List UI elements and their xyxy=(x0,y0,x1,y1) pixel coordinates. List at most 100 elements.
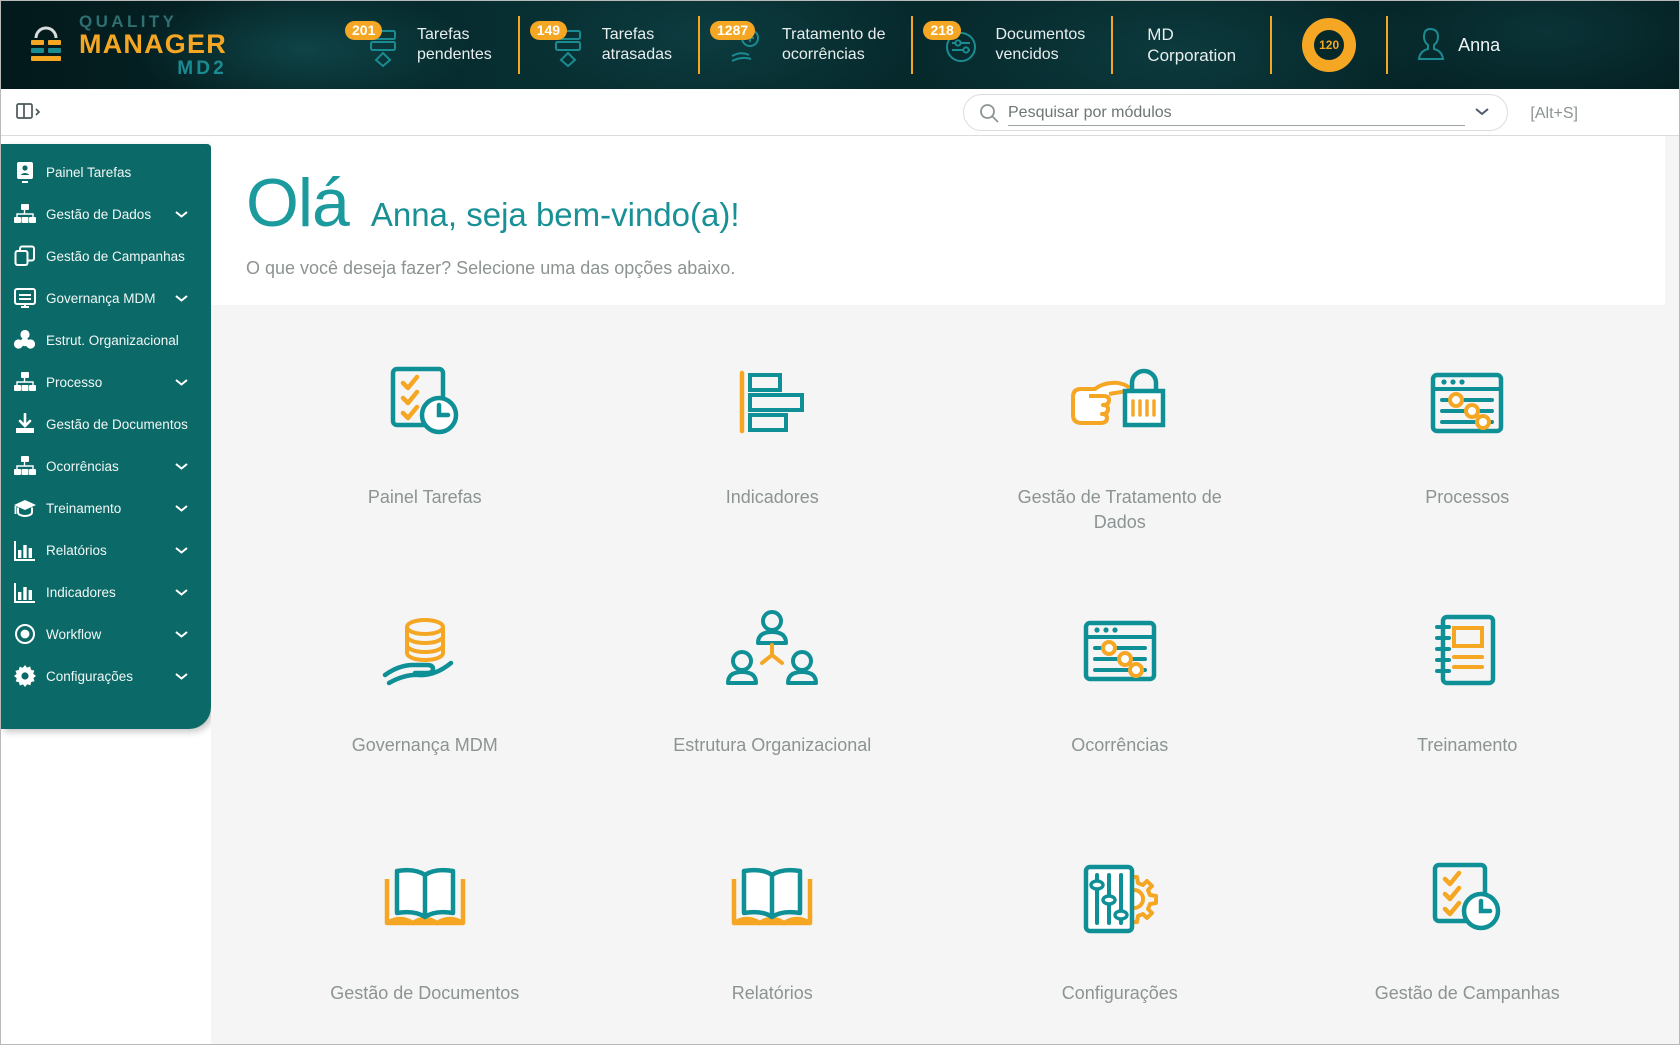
module-search-box[interactable] xyxy=(963,94,1508,131)
tile-gestao-tratamento-dados[interactable]: Gestão de Tratamento de Dados xyxy=(946,339,1294,577)
tile-treinamento[interactable]: Treinamento xyxy=(1294,587,1642,825)
tile-ocorrencias[interactable]: Ocorrências xyxy=(946,587,1294,825)
search-shortcut-hint: [Alt+S] xyxy=(1530,105,1578,122)
tile-painel-tarefas[interactable]: Painel Tarefas xyxy=(251,339,599,577)
sidebar-item-label: Processo xyxy=(46,374,103,390)
chevron-down-icon[interactable] xyxy=(1473,104,1491,122)
chevron-down-icon[interactable] xyxy=(174,585,189,600)
kpi-label-line1: Documentos xyxy=(995,26,1086,43)
window-sliders-icon xyxy=(1421,357,1513,449)
sidebar-item-painel-tarefas[interactable]: Painel Tarefas xyxy=(1,151,211,193)
brand-logo[interactable]: QUALITY MANAGER MD2 xyxy=(23,13,293,78)
sidebar-item-label: Gestão de Documentos xyxy=(46,416,188,432)
tile-relatorios[interactable]: Relatórios xyxy=(599,835,947,1044)
tile-gestao-de-campanhas[interactable]: Gestão de Campanhas xyxy=(1294,835,1642,1044)
tile-label: Treinamento xyxy=(1417,735,1518,755)
donut-ring-icon: 120 xyxy=(1302,18,1357,72)
sidebar-item-treinamento[interactable]: Treinamento xyxy=(1,487,211,529)
gear-icon xyxy=(11,663,38,689)
window-sliders-icon xyxy=(1074,605,1166,697)
chevron-down-icon[interactable] xyxy=(174,207,189,222)
tile-estrutura-organizacional[interactable]: Estrutura Organizacional xyxy=(599,587,947,825)
kpi-tarefas-pendentes[interactable]: 201 Tarefas pendentes xyxy=(335,16,520,74)
kpi-label: Tratamento de ocorrências xyxy=(782,25,885,65)
kpi-badge-count: 218 xyxy=(923,21,961,40)
tile-label: Governança MDM xyxy=(351,735,498,755)
kpi-documentos-vencidos[interactable]: 218 Documentos vencidos xyxy=(913,16,1111,74)
kpi-tratamento-ocorrencias[interactable]: 1287 Tratamento de ocorrências xyxy=(700,16,914,74)
user-menu[interactable]: Anna xyxy=(1388,25,1500,66)
chevron-down-icon[interactable] xyxy=(174,291,189,306)
sidebar-item-indicadores[interactable]: Indicadores xyxy=(1,571,211,613)
kpi-label-line1: Tarefas xyxy=(417,26,470,43)
sidebar-collapse-icon[interactable] xyxy=(15,100,41,124)
kpi-label: Tarefas atrasadas xyxy=(602,25,672,65)
hierarchy-icon xyxy=(11,369,38,395)
sidebar-item-processo[interactable]: Processo xyxy=(1,361,211,403)
tile-governanca-mdm[interactable]: Governança MDM xyxy=(251,587,599,825)
sidebar-item-estrut-organizacional[interactable]: Estrut. Organizacional xyxy=(1,319,211,361)
module-tiles-grid: Painel Tarefas Indicadores Gestão de Tra… xyxy=(211,305,1679,1044)
tile-label: Gestão de Campanhas xyxy=(1374,983,1560,1003)
kpi-label-line2: atrasadas xyxy=(601,46,672,63)
organization-selector[interactable]: MD Corporation xyxy=(1113,16,1273,74)
chevron-down-icon[interactable] xyxy=(174,669,189,684)
sidebar-item-label: Estrut. Organizacional xyxy=(46,332,179,348)
application-window: QUALITY MANAGER MD2 201 Tarefas pendente xyxy=(0,0,1680,1045)
open-book-icon xyxy=(375,853,475,945)
hand-database-icon xyxy=(375,605,475,697)
tile-label: Painel Tarefas xyxy=(367,487,482,507)
notification-donut[interactable]: 120 xyxy=(1272,16,1389,74)
tile-indicadores[interactable]: Indicadores xyxy=(599,339,947,577)
sidebar-item-relatorios[interactable]: Relatórios xyxy=(1,529,211,571)
checklist-clock-icon xyxy=(379,357,471,449)
tile-processos[interactable]: Processos xyxy=(1294,339,1642,577)
greeting-text: Olá xyxy=(246,165,350,241)
chevron-down-icon[interactable] xyxy=(174,375,189,390)
sidebar-item-workflow[interactable]: Workflow xyxy=(1,613,211,655)
hand-care-icon: 1287 xyxy=(710,21,770,67)
tile-label: Configurações xyxy=(1061,983,1178,1003)
chevron-down-icon[interactable] xyxy=(174,543,189,558)
sidebar-item-label: Painel Tarefas xyxy=(46,164,132,180)
search-toolbar: [Alt+S] xyxy=(1,89,1679,136)
sidebar-item-gestao-de-dados[interactable]: Gestão de Dados xyxy=(1,193,211,235)
kpi-label-line2: pendentes xyxy=(417,46,492,63)
open-book-icon xyxy=(722,853,822,945)
sidebar-item-gestao-de-documentos[interactable]: Gestão de Documentos xyxy=(1,403,211,445)
graduation-cap-icon xyxy=(11,495,38,521)
kpi-badge-count: 201 xyxy=(345,21,383,40)
tile-label: Relatórios xyxy=(731,983,813,1003)
search-input[interactable] xyxy=(1008,103,1465,125)
sidebar-item-label: Gestão de Campanhas xyxy=(46,248,185,264)
hero-subtitle: O que você deseja fazer? Selecione uma d… xyxy=(246,258,736,278)
kpi-label-line1: Tarefas xyxy=(601,26,655,43)
sidebar-item-ocorrencias[interactable]: Ocorrências xyxy=(1,445,211,487)
main-content-area: Olá Anna, seja bem-vindo(a)! O que você … xyxy=(211,136,1679,1044)
tile-configuracoes[interactable]: Configurações xyxy=(946,835,1294,1044)
download-doc-icon xyxy=(11,411,38,437)
tile-gestao-de-documentos[interactable]: Gestão de Documentos xyxy=(251,835,599,1044)
target-dot-icon xyxy=(11,621,38,647)
sidebar-item-governanca-mdm[interactable]: Governança MDM xyxy=(1,277,211,319)
organization-line1: MD xyxy=(1147,25,1174,44)
kpi-label: Documentos vencidos xyxy=(995,25,1085,65)
chevron-down-icon[interactable] xyxy=(174,501,189,516)
sidebar-navigation: Painel Tarefas Gestão de Dados Gestão de… xyxy=(1,144,211,729)
chevron-down-icon[interactable] xyxy=(174,627,189,642)
brand-line-md2: MD2 xyxy=(177,57,227,79)
sidebar-item-gestao-de-campanhas[interactable]: Gestão de Campanhas xyxy=(1,235,211,277)
chevron-down-icon[interactable] xyxy=(174,459,189,474)
list-window-icon xyxy=(11,285,38,311)
hierarchy-icon xyxy=(11,201,38,227)
sidebar-item-configuracoes[interactable]: Configurações xyxy=(1,655,211,697)
kpi-label: Tarefas pendentes xyxy=(417,25,492,65)
tile-label: Estrutura Organizacional xyxy=(673,735,872,755)
kpi-tarefas-atrasadas[interactable]: 149 Tarefas atrasadas xyxy=(520,16,700,74)
search-icon xyxy=(978,102,1000,124)
tile-label: Processos xyxy=(1425,487,1510,507)
horizontal-bars-icon xyxy=(726,357,818,449)
brand-line-quality: QUALITY xyxy=(79,11,178,31)
tile-label: Indicadores xyxy=(725,487,819,507)
kpi-label-line2: ocorrências xyxy=(782,46,865,63)
